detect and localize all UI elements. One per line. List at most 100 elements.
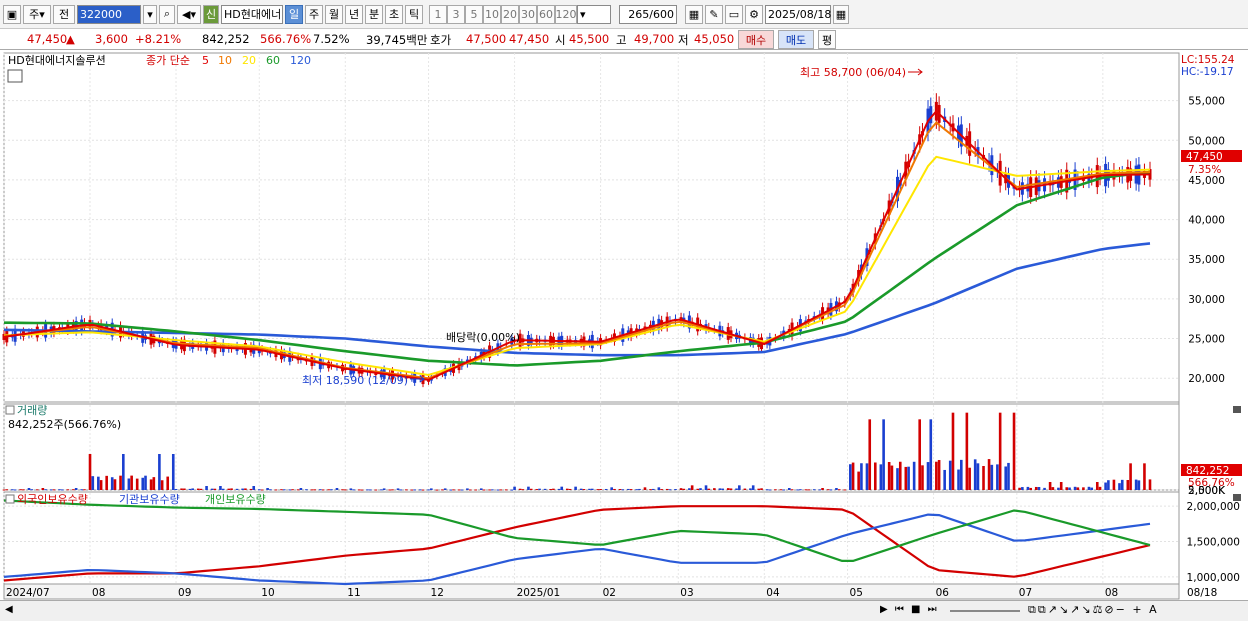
- scroll-controls-icon[interactable]: ▶ ⏮ ■ ⏭: [880, 604, 939, 615]
- volume-bar: [926, 462, 930, 490]
- volume-bar: [421, 489, 425, 491]
- buy-button[interactable]: 매수: [738, 30, 774, 49]
- volume-bar: [629, 489, 633, 491]
- tab-5[interactable]: 초: [385, 4, 403, 24]
- last-price-label: 47,450: [1186, 151, 1223, 163]
- interval-button-30[interactable]: 30: [519, 4, 537, 24]
- volume-bar: [812, 489, 816, 491]
- interval-button-1[interactable]: 1: [429, 4, 447, 24]
- interval-button-20[interactable]: 20: [501, 4, 519, 24]
- volume-bar: [613, 488, 616, 490]
- window-icon[interactable]: ▣: [3, 4, 21, 24]
- market-select[interactable]: 전: [53, 4, 75, 24]
- volume-bar: [344, 489, 347, 491]
- interval-button-120[interactable]: 120: [555, 4, 577, 24]
- period-select[interactable]: 주 ▾: [23, 4, 51, 24]
- calendar-icon[interactable]: ▦: [833, 4, 849, 24]
- volume-close-icon[interactable]: [1233, 406, 1241, 413]
- volume-bar: [774, 489, 777, 491]
- volume-bar: [11, 489, 14, 491]
- volume-bar: [1026, 486, 1030, 490]
- interval-button-3[interactable]: 3: [447, 4, 465, 24]
- drawing-icon[interactable]: ✎: [705, 4, 723, 24]
- volume-bar: [430, 488, 433, 490]
- volume-bar: [352, 489, 355, 491]
- volume-bar: [835, 488, 838, 490]
- indicator-icon[interactable]: ▦: [685, 4, 703, 24]
- volume-bar: [280, 489, 283, 491]
- volume-bar: [1107, 480, 1110, 490]
- holding-y-tick: 1,500,000: [1187, 537, 1240, 549]
- gear-icon[interactable]: ⚙: [745, 4, 763, 24]
- volume-bar: [479, 488, 483, 490]
- volume-bar: [72, 489, 75, 491]
- count-field[interactable]: 265/600: [619, 4, 677, 24]
- table-icon[interactable]: [7, 69, 23, 83]
- tab-1[interactable]: 주: [305, 4, 323, 24]
- volume-bar: [44, 489, 47, 491]
- volume-bar: [360, 489, 364, 491]
- volume-bar: [83, 489, 86, 491]
- code-dropdown-icon[interactable]: ▾: [143, 4, 157, 24]
- tab-3[interactable]: 년: [345, 4, 363, 24]
- interval-button-10[interactable]: 10: [483, 4, 501, 24]
- volume-bar: [1021, 487, 1024, 490]
- volume-bar: [760, 488, 763, 490]
- volume-bar: [973, 459, 977, 490]
- volume-pane-icon[interactable]: [5, 405, 15, 415]
- save-icon[interactable]: ▭: [725, 4, 743, 24]
- volume-bar: [557, 488, 561, 490]
- volume-bar: [244, 488, 247, 490]
- bottom-scrollbar[interactable]: ◀ ▶ ⏮ ■ ⏭ ⧉⧉↗↘↗↘⚖⊘− + A: [0, 600, 1248, 621]
- volume-bar: [696, 488, 700, 490]
- x-axis-label: 09: [178, 587, 191, 599]
- tab-4[interactable]: 분: [365, 4, 383, 24]
- holding-close-icon[interactable]: [1233, 494, 1241, 501]
- search-icon[interactable]: ⌕: [159, 4, 175, 24]
- volume-bar: [943, 469, 946, 490]
- x-axis-label: 03: [680, 587, 693, 599]
- tab-6[interactable]: 틱: [405, 4, 423, 24]
- volume-bar: [690, 485, 694, 490]
- volume-bar: [674, 489, 677, 491]
- zoom-slider-icon[interactable]: [950, 610, 1020, 612]
- volume-bar: [937, 460, 941, 490]
- volume-bar: [529, 488, 533, 490]
- volume-bar: [818, 489, 822, 491]
- holding-pane-icon[interactable]: [5, 494, 15, 504]
- chart-area[interactable]: 55,000 50,000 45,000 40,000 35,000 30,000 25,0…: [0, 51, 1248, 600]
- volume-bar: [374, 489, 378, 491]
- volume-bar: [399, 489, 403, 491]
- volume-bar: [757, 488, 761, 490]
- volume-bar: [665, 488, 669, 490]
- date-field[interactable]: 2025/08/18: [765, 4, 831, 24]
- interval-button-60[interactable]: 60: [537, 4, 555, 24]
- volume: 842,252: [202, 32, 250, 46]
- volume-bar: [1112, 479, 1116, 490]
- scroll-left-icon[interactable]: ◀: [5, 604, 13, 615]
- interval-button-5[interactable]: 5: [465, 4, 483, 24]
- stock-code-input[interactable]: 322000: [77, 4, 141, 24]
- sound-icon[interactable]: ◀▾: [177, 4, 201, 24]
- volume-bar: [627, 488, 630, 490]
- volume-bar: [935, 461, 938, 490]
- volume-bar: [488, 489, 491, 491]
- price-y-tick: 40,000: [1188, 215, 1225, 227]
- view-tools-icon[interactable]: ⧉⧉↗↘↗↘⚖⊘− + A: [1028, 603, 1159, 617]
- volume-bar: [269, 489, 272, 491]
- volume-bar: [1029, 487, 1032, 490]
- last-volume-label: 842,252: [1186, 465, 1229, 477]
- volume-bar: [166, 476, 170, 490]
- sell-button[interactable]: 매도: [778, 30, 814, 49]
- volume-bar: [19, 489, 22, 491]
- volume-bar: [726, 488, 730, 490]
- x-axis-label: 07: [1019, 587, 1032, 599]
- volume-bar: [521, 489, 525, 491]
- volume-bar: [552, 488, 555, 490]
- volume-bar: [80, 489, 83, 491]
- tab-2[interactable]: 월: [325, 4, 343, 24]
- tab-0[interactable]: 일: [285, 4, 303, 24]
- avg-button[interactable]: 평: [818, 30, 836, 49]
- volume-bar: [560, 486, 564, 490]
- interval-select[interactable]: ▾: [577, 4, 611, 24]
